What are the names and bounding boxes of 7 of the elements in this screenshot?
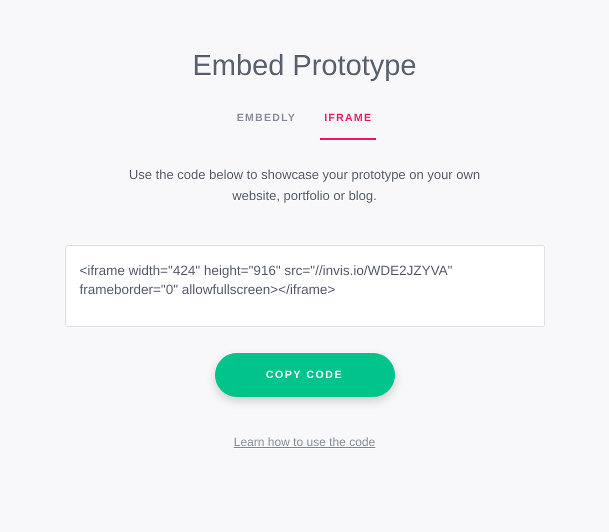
tab[interactable]: EMBEDLY [232, 112, 300, 140]
page-title: Embed Prototype [192, 49, 417, 84]
tab[interactable]: IFRAME [320, 112, 376, 140]
copy-code-button[interactable]: COPY CODE [214, 353, 394, 397]
help-link[interactable]: Learn how to use the code [234, 435, 376, 449]
code-field[interactable]: <iframe width="424" height="916" src="//invis.io/WDE2JZYVA" frameborder="0" allowfullscreen></iframe> [64, 245, 544, 327]
description-text: Use the code below to showcase your prototype on your own website, portfolio or blog. [128, 166, 482, 205]
